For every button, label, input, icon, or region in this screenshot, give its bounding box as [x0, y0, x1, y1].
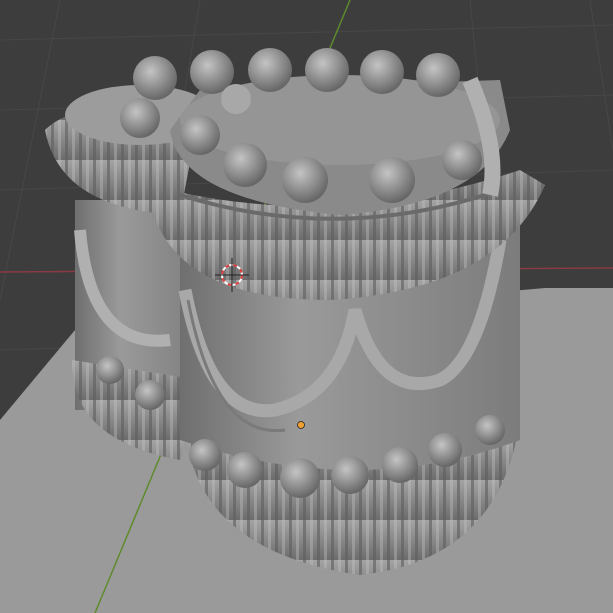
object-origin-dot[interactable] [297, 421, 305, 429]
viewport-scene [0, 0, 613, 613]
3d-viewport[interactable] [0, 0, 613, 613]
